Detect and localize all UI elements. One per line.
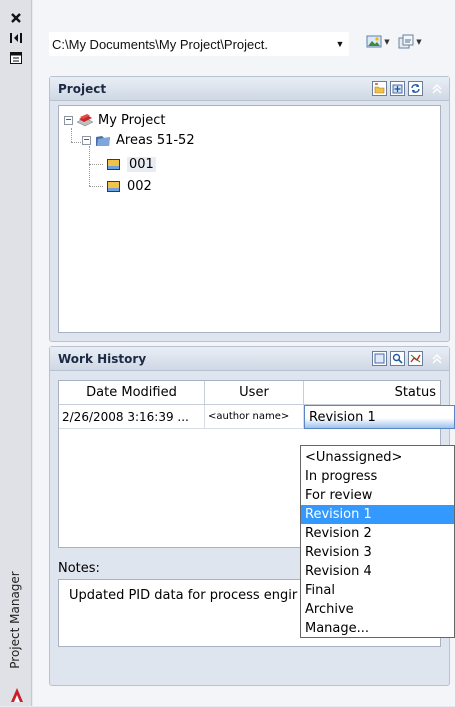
status-option-revision-1[interactable]: Revision 1 (301, 505, 454, 524)
status-option-for-review[interactable]: For review (301, 486, 454, 505)
drawing-icon (107, 159, 120, 170)
status-option-unassigned[interactable]: <Unassigned> (301, 448, 454, 467)
add-drawing-icon[interactable] (390, 81, 405, 96)
palette-title-text: Project Manager (8, 571, 22, 669)
column-header-user[interactable]: User (205, 381, 304, 404)
status-option-revision-3[interactable]: Revision 3 (301, 543, 454, 562)
tree-node-label: Areas 51-52 (116, 132, 195, 148)
collapse-icon[interactable] (429, 81, 445, 97)
collapse-node-icon[interactable]: − (64, 115, 73, 125)
chevron-down-icon: ▼ (335, 39, 345, 49)
tree-node-label: 002 (127, 178, 152, 194)
find-icon[interactable] (390, 351, 405, 366)
caret-icon: ▼ (384, 38, 390, 46)
grid-header: Date Modified User Status (59, 381, 440, 405)
collapse-icon[interactable] (429, 351, 445, 367)
tree-node-area[interactable]: − Areas 51-52 (82, 131, 195, 149)
column-header-status[interactable]: Status (304, 381, 440, 404)
folder-icon (96, 136, 110, 146)
close-icon[interactable] (8, 10, 24, 26)
status-option-final[interactable]: Final (301, 581, 454, 600)
work-history-header[interactable]: Work History (50, 347, 449, 371)
chart-icon[interactable] (408, 351, 423, 366)
app-logo-icon (9, 686, 25, 704)
palette-title: Project Manager (1, 560, 29, 680)
project-tree: − My Project − Areas 51-52 001 002 (58, 105, 441, 333)
cell-date-modified: 2/26/2008 3:16:39 ... (59, 405, 205, 428)
project-panel-header[interactable]: Project (50, 77, 449, 101)
tree-node-label: My Project (98, 112, 166, 128)
palette-strip: Project Manager (0, 0, 32, 706)
notes-label: Notes: (58, 561, 100, 576)
image-view-icon (366, 35, 382, 48)
auto-hide-icon[interactable] (8, 30, 24, 46)
project-path-dropdown[interactable]: C:\My Documents\My Project\Project. ▼ (49, 32, 349, 56)
tree-node-002[interactable]: 002 (105, 177, 152, 195)
refresh-icon[interactable] (408, 81, 423, 96)
work-history-title: Work History (58, 351, 147, 366)
project-options-button[interactable]: ▼ (395, 30, 425, 54)
tree-node-label: 001 (127, 156, 156, 172)
project-options-icon (398, 34, 414, 49)
status-dropdown[interactable]: Revision 1 (304, 405, 455, 429)
details-view-button[interactable]: ▼ (363, 30, 393, 54)
status-value: Revision 1 (309, 409, 376, 425)
tree-node-my-project[interactable]: − My Project (64, 111, 166, 129)
status-option-manage[interactable]: Manage... (301, 619, 454, 638)
properties-menu-icon[interactable] (8, 50, 24, 66)
status-options-list: <Unassigned> In progress For review Revi… (300, 445, 455, 638)
column-header-date[interactable]: Date Modified (59, 381, 205, 404)
drawing-icon (107, 181, 120, 192)
status-option-in-progress[interactable]: In progress (301, 467, 454, 486)
status-option-revision-4[interactable]: Revision 4 (301, 562, 454, 581)
caret-icon: ▼ (416, 38, 422, 46)
project-panel: Project − My Project − Areas 51-52 001 0… (49, 76, 450, 342)
project-icon (76, 114, 94, 127)
status-option-archive[interactable]: Archive (301, 600, 454, 619)
project-path-value: C:\My Documents\My Project\Project. (52, 36, 268, 52)
status-option-revision-2[interactable]: Revision 2 (301, 524, 454, 543)
collapse-node-icon[interactable]: − (82, 135, 91, 145)
view-details-icon[interactable] (372, 351, 387, 366)
tree-node-001[interactable]: 001 (105, 155, 156, 173)
project-panel-title: Project (58, 81, 107, 96)
new-category-icon[interactable] (372, 81, 387, 96)
cell-user: <author name> (205, 405, 304, 428)
